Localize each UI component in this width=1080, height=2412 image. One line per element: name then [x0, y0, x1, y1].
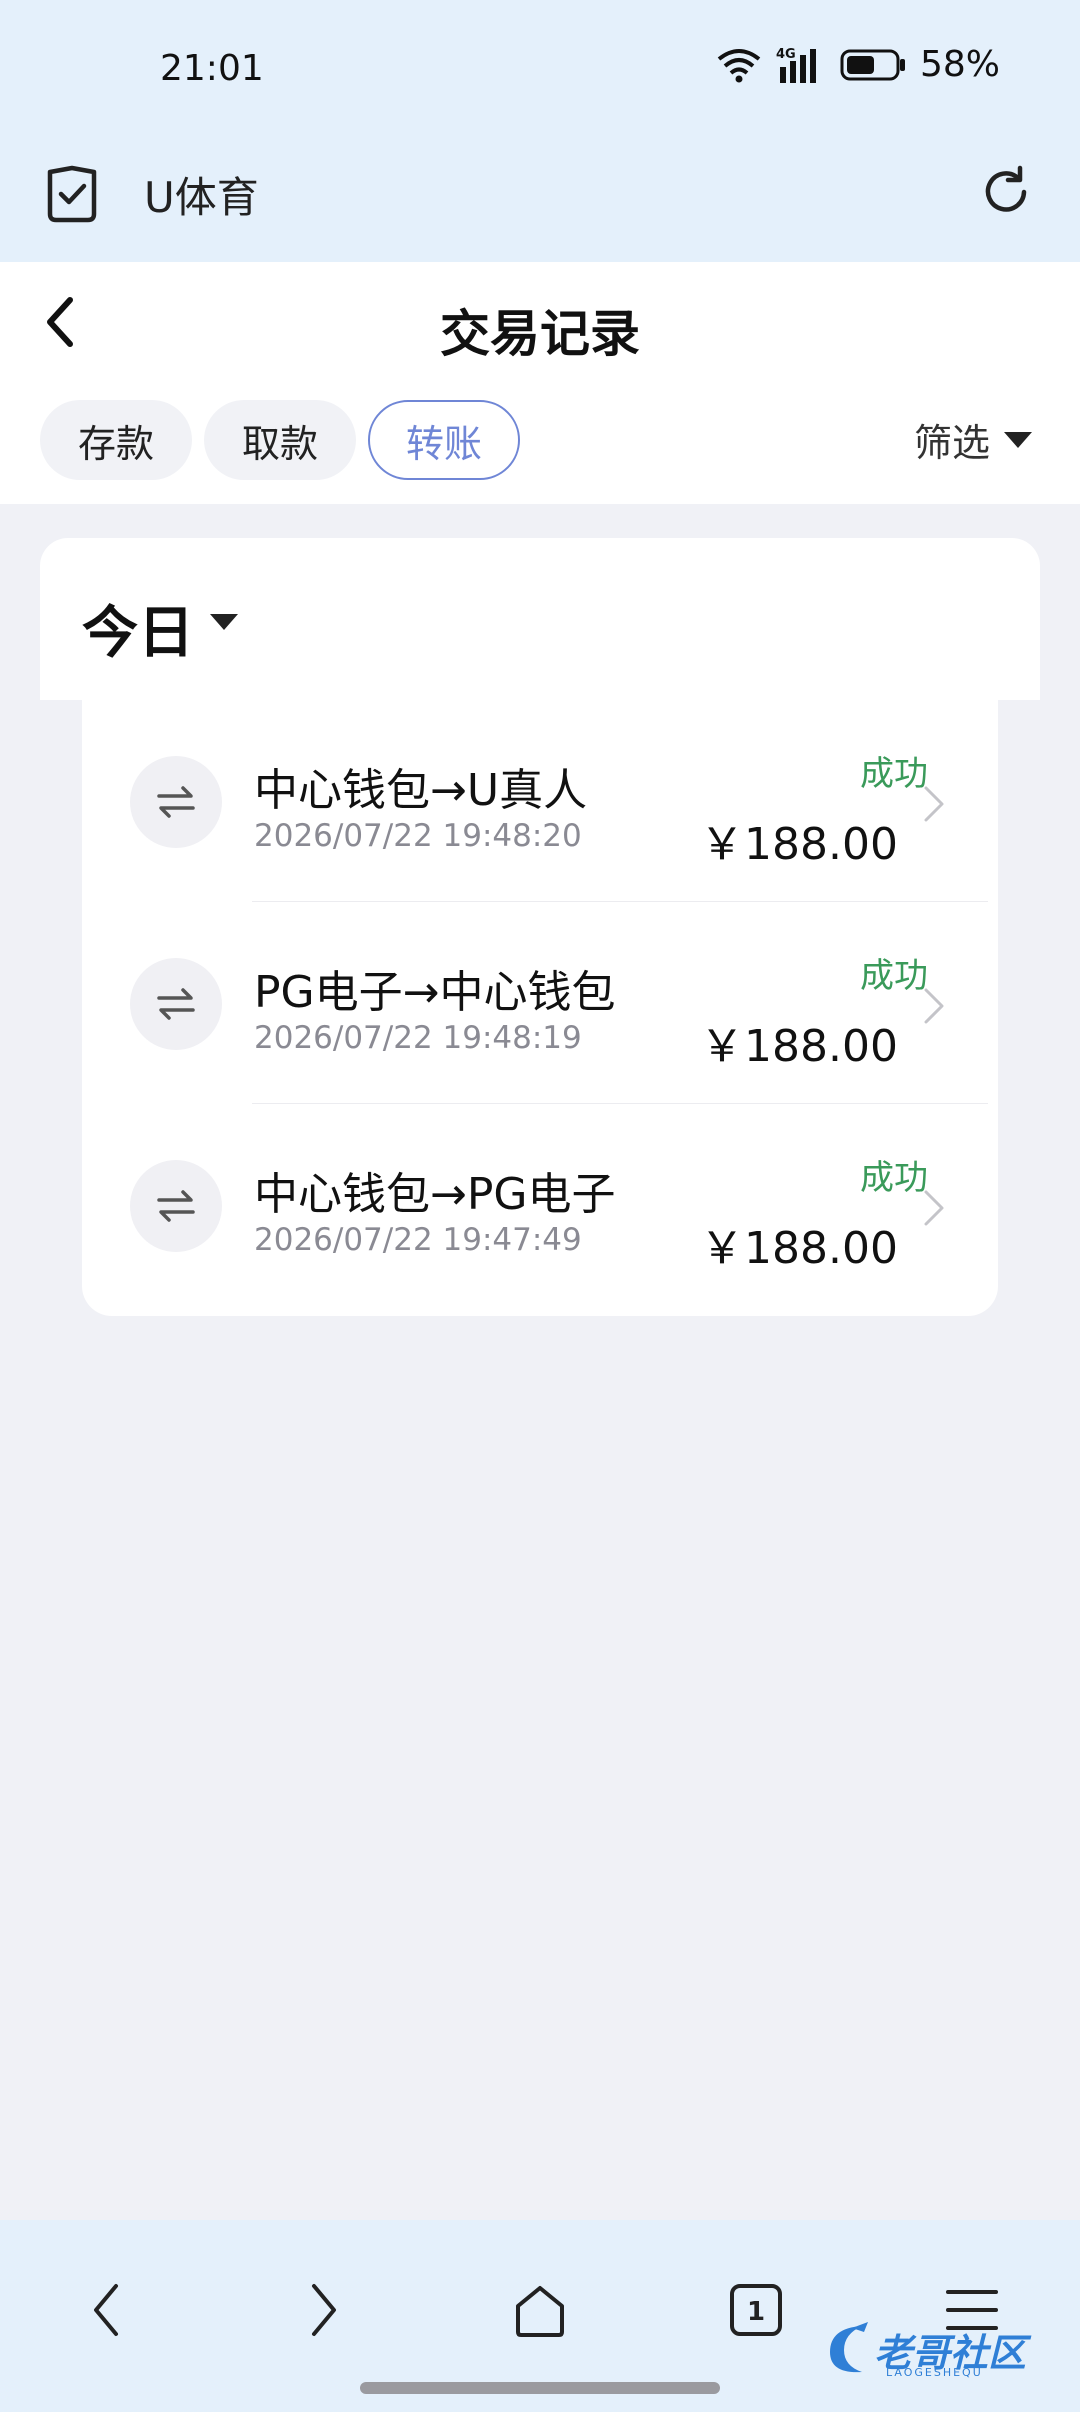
caret-down-icon	[210, 614, 238, 630]
transaction-title: 中心钱包→PG电子	[254, 1169, 616, 1220]
chevron-right-icon	[924, 988, 944, 1024]
tab-withdraw[interactable]: 取款	[204, 400, 356, 480]
status-bar: 21:01 4G 58%	[0, 0, 1080, 140]
home-indicator[interactable]	[360, 2382, 720, 2394]
site-name: U体育	[144, 173, 259, 222]
transaction-amount: ￥188.00	[700, 1223, 898, 1274]
status-time: 21:01	[160, 48, 264, 89]
transaction-title: 中心钱包→U真人	[254, 765, 588, 816]
watermark-subtext: LAOGESHEQU	[886, 2366, 983, 2379]
nav-forward-button[interactable]	[284, 2270, 364, 2350]
battery-percentage: 58%	[919, 44, 1000, 85]
transaction-type-tabs: 存款 取款 转账	[40, 400, 520, 480]
transaction-title: PG电子→中心钱包	[254, 967, 616, 1018]
svg-text:1: 1	[747, 2297, 765, 2327]
transaction-list: 中心钱包→U真人 2026/07/22 19:48:20 成功 ￥188.00 …	[82, 700, 998, 1316]
nav-tabs-button[interactable]: 1	[716, 2270, 796, 2350]
tab-transfer[interactable]: 转账	[368, 400, 520, 480]
home-icon	[516, 2286, 564, 2337]
transaction-row[interactable]: 中心钱包→U真人 2026/07/22 19:48:20 成功 ￥188.00	[82, 700, 998, 902]
transaction-time: 2026/07/22 19:48:19	[254, 1020, 582, 1056]
chevron-right-icon	[924, 786, 944, 822]
page-header: 交易记录 存款 取款 转账 筛选	[0, 262, 1080, 504]
transfer-icon	[130, 1160, 222, 1252]
status-icons: 4G 58%	[716, 44, 1000, 85]
transfer-icon	[130, 756, 222, 848]
transaction-amount: ￥188.00	[700, 1021, 898, 1072]
nav-back-button[interactable]	[66, 2270, 146, 2350]
status-badge: 成功	[860, 754, 928, 794]
shield-check-icon[interactable]	[44, 164, 100, 226]
transaction-amount: ￥188.00	[700, 819, 898, 870]
tab-deposit[interactable]: 存款	[40, 400, 192, 480]
transaction-time: 2026/07/22 19:47:49	[254, 1222, 582, 1258]
transfer-icon	[130, 958, 222, 1050]
watermark-logo: 老哥社区 LAOGESHEQU	[822, 2318, 1062, 2380]
tabs-icon: 1	[730, 2284, 782, 2336]
battery-icon	[840, 49, 905, 80]
chevron-right-icon	[312, 2284, 336, 2336]
status-badge: 成功	[860, 956, 928, 996]
filter-button[interactable]: 筛选	[914, 412, 1032, 467]
page-title: 交易记录	[440, 305, 640, 363]
transaction-row[interactable]: 中心钱包→PG电子 2026/07/22 19:47:49 成功 ￥188.00	[82, 1104, 998, 1306]
filter-label: 筛选	[913, 421, 990, 465]
chevron-left-icon	[94, 2284, 118, 2336]
date-range-card: 今日	[40, 538, 1040, 700]
chevron-right-icon	[924, 1190, 944, 1226]
date-range-selector[interactable]: 今日	[82, 588, 194, 669]
svg-text:4G: 4G	[776, 47, 796, 62]
wifi-icon	[717, 48, 761, 82]
status-badge: 成功	[860, 1158, 928, 1198]
nav-home-button[interactable]	[500, 2270, 580, 2350]
reload-icon[interactable]	[976, 162, 1036, 222]
cellular-signal-icon: 4G	[776, 47, 816, 83]
browser-toolbar: U体育	[0, 140, 1080, 262]
caret-down-icon	[1004, 431, 1032, 448]
transaction-row[interactable]: PG电子→中心钱包 2026/07/22 19:48:19 成功 ￥188.00	[82, 902, 998, 1104]
transaction-time: 2026/07/22 19:48:20	[254, 818, 582, 854]
dragon-logo-icon	[830, 2322, 868, 2373]
